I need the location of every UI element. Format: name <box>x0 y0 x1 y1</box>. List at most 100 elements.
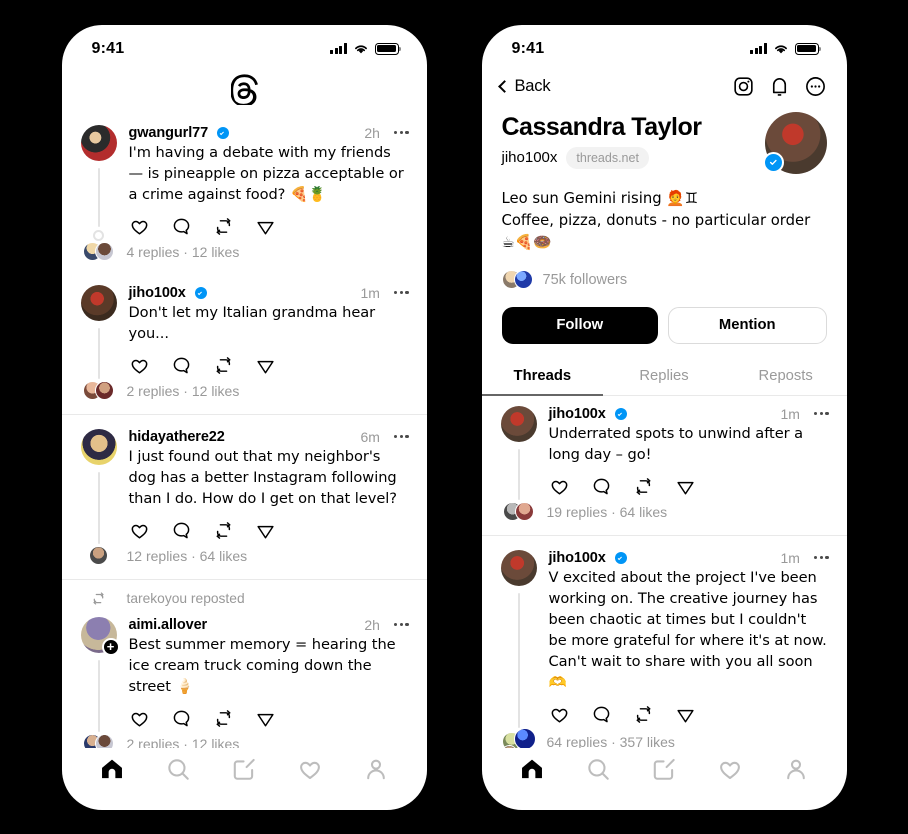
feed-post[interactable]: hidayathere22 6m I just found out that m… <box>61 413 427 547</box>
avatar[interactable] <box>500 549 537 586</box>
more-options-icon[interactable] <box>392 431 409 442</box>
more-options-icon[interactable] <box>392 127 409 138</box>
repost-icon[interactable] <box>213 708 234 729</box>
follow-button[interactable]: Follow <box>501 306 658 344</box>
nav-activity-button[interactable] <box>715 754 745 784</box>
post-stats[interactable]: 4 replies · 12 likes <box>127 244 240 260</box>
post-username[interactable]: hidayathere22 <box>129 429 225 445</box>
post-username[interactable]: jiho100x <box>549 406 606 422</box>
mention-button[interactable]: Mention <box>668 306 827 344</box>
nav-profile-button[interactable] <box>361 754 391 784</box>
post-content: hidayathere22 6m I just found out that m… <box>118 429 409 547</box>
back-button[interactable]: Back <box>497 77 551 96</box>
more-options-icon[interactable] <box>804 75 827 98</box>
comment-icon[interactable] <box>171 355 192 376</box>
post-text: Best summer memory = hearing the ice cre… <box>128 635 396 695</box>
profile-post[interactable]: jiho100x 1m Underrated spots to unwind a… <box>482 396 847 503</box>
post-stats[interactable]: 64 replies · 357 likes <box>547 734 675 748</box>
profile-header: Cassandra Taylor jiho100x threads.net <box>482 108 847 174</box>
bell-icon[interactable] <box>768 75 791 98</box>
feed-post-repost[interactable]: + aimi.allover 2h Best summer memory = h… <box>62 607 427 735</box>
post-actions <box>129 355 409 376</box>
share-icon[interactable] <box>675 476 696 497</box>
comment-icon[interactable] <box>591 476 612 497</box>
battery-full-icon <box>794 42 821 55</box>
feed-post[interactable]: gwangurl77 2h I'm having a debate with m… <box>62 115 427 243</box>
heart-icon[interactable] <box>549 704 570 725</box>
avatar[interactable] <box>80 284 117 321</box>
nav-compose-button[interactable] <box>229 754 259 784</box>
nav-home-button[interactable] <box>517 754 547 784</box>
share-icon[interactable] <box>675 704 696 725</box>
share-icon[interactable] <box>255 708 276 729</box>
post-username[interactable]: gwangurl77 <box>129 125 209 141</box>
heart-icon[interactable] <box>129 216 150 237</box>
followers-facepile <box>501 269 533 291</box>
avatar[interactable] <box>500 405 537 442</box>
follow-plus-badge-icon[interactable]: + <box>101 637 120 656</box>
nav-activity-button[interactable] <box>295 754 325 784</box>
avatar[interactable]: + <box>80 616 120 656</box>
avatar[interactable] <box>80 428 117 465</box>
tab-reposts[interactable]: Reposts <box>725 360 847 395</box>
tab-replies[interactable]: Replies <box>603 360 725 395</box>
heart-icon[interactable] <box>129 520 150 541</box>
heart-icon[interactable] <box>549 476 570 497</box>
profile-post[interactable]: jiho100x 1m V excited about the project … <box>481 534 847 731</box>
bottom-nav-feed <box>62 748 427 810</box>
post-stats[interactable]: 2 replies · 12 likes <box>127 383 240 399</box>
nav-search-button[interactable] <box>163 754 193 784</box>
avatar[interactable] <box>80 124 117 161</box>
post-username[interactable]: jiho100x <box>549 550 606 566</box>
more-options-icon[interactable] <box>812 552 829 563</box>
feed-post[interactable]: jiho100x 1m Don't let my Italian grandma… <box>62 275 427 382</box>
chevron-left-icon <box>497 79 511 93</box>
replies-facepile <box>500 727 538 748</box>
post-timestamp: 1m <box>780 549 800 566</box>
profile-identity: Cassandra Taylor jiho100x threads.net <box>502 112 765 169</box>
feed-posts-list[interactable]: gwangurl77 2h I'm having a debate with m… <box>61 115 427 748</box>
post-username[interactable]: jiho100x <box>129 285 186 301</box>
repost-icon[interactable] <box>213 520 234 541</box>
person-icon <box>366 759 385 779</box>
profile-bio-line-2: Coffee, pizza, donuts - no particular or… <box>501 211 811 251</box>
post-footer: 12 replies · 64 likes <box>62 545 427 579</box>
comment-icon[interactable] <box>171 216 192 237</box>
nav-search-button[interactable] <box>583 754 613 784</box>
share-icon[interactable] <box>255 216 276 237</box>
repost-icon[interactable] <box>213 216 234 237</box>
repost-icon[interactable] <box>633 476 654 497</box>
post-header: jiho100x 1m <box>549 406 829 422</box>
post-username[interactable]: aimi.allover <box>129 617 208 633</box>
instagram-icon[interactable] <box>732 75 755 98</box>
repost-icon[interactable] <box>633 704 654 725</box>
post-actions <box>129 708 409 729</box>
post-stats[interactable]: 2 replies · 12 likes <box>127 736 240 748</box>
followers-row[interactable]: 75k followers <box>482 254 847 291</box>
post-stats[interactable]: 12 replies · 64 likes <box>127 548 248 564</box>
more-options-icon[interactable] <box>812 408 829 419</box>
share-icon[interactable] <box>255 520 276 541</box>
tab-threads[interactable]: Threads <box>481 360 604 396</box>
post-stats[interactable]: 19 replies · 64 likes <box>547 504 668 520</box>
profile-domain-pill[interactable]: threads.net <box>566 146 649 169</box>
repost-icon[interactable] <box>213 355 234 376</box>
heart-icon[interactable] <box>129 355 150 376</box>
share-icon[interactable] <box>255 355 276 376</box>
more-options-icon[interactable] <box>392 619 409 630</box>
verified-badge-icon <box>762 151 784 173</box>
nav-home-button[interactable] <box>97 754 127 784</box>
comment-icon[interactable] <box>171 520 192 541</box>
comment-icon[interactable] <box>591 704 612 725</box>
home-icon <box>522 759 543 778</box>
nav-profile-button[interactable] <box>781 754 811 784</box>
comment-icon[interactable] <box>171 708 192 729</box>
post-timestamp: 1m <box>360 284 380 301</box>
post-content: jiho100x 1m Underrated spots to unwind a… <box>538 406 829 503</box>
home-icon <box>102 759 123 778</box>
nav-compose-button[interactable] <box>649 754 679 784</box>
post-footer: 4 replies · 12 likes <box>62 241 427 275</box>
profile-posts-list[interactable]: jiho100x 1m Underrated spots to unwind a… <box>481 396 847 748</box>
heart-icon[interactable] <box>129 708 150 729</box>
more-options-icon[interactable] <box>392 287 409 298</box>
